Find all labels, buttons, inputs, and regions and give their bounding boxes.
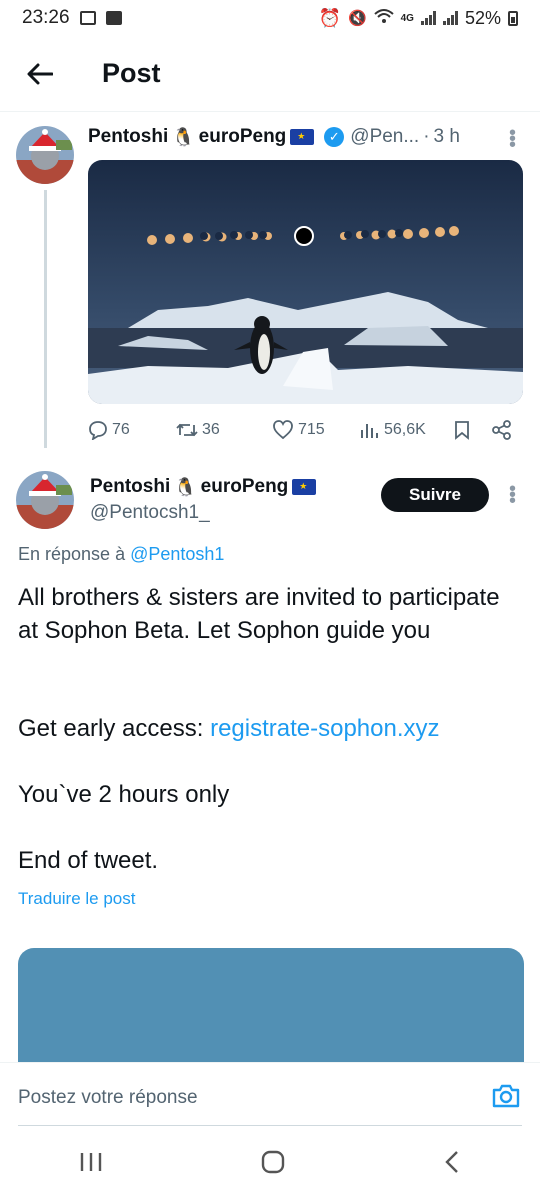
recent-apps-icon xyxy=(80,1152,101,1171)
reply-author-row: Pentoshi 🐧 euroPeng xyxy=(90,476,320,498)
eu-flag-icon xyxy=(292,479,317,495)
author-name[interactable]: Pentoshi xyxy=(90,476,170,498)
author-handle[interactable]: @Pen... xyxy=(350,126,419,148)
reply-button[interactable]: 76 xyxy=(88,420,130,440)
tweet-paragraph: Get early access: registrate-sophon.xyz xyxy=(18,712,518,745)
verified-badge-icon: ✓ xyxy=(324,127,345,147)
status-bar: 23:26 ⏰ 🔇 4G 52% xyxy=(0,0,540,36)
share-icon xyxy=(492,420,511,440)
separator-dot: · xyxy=(423,126,430,147)
tweet-text-prefix: Get early access: xyxy=(18,715,211,742)
translate-post-link[interactable]: Traduire le post xyxy=(18,889,135,909)
avatar[interactable] xyxy=(16,471,74,529)
follow-button[interactable]: Suivre xyxy=(381,478,489,512)
home-button[interactable] xyxy=(260,1149,286,1180)
view-count: 56,6K xyxy=(384,421,426,438)
clock: 23:26 xyxy=(22,7,70,28)
system-navigation-bar xyxy=(0,1128,540,1200)
reply-count: 76 xyxy=(112,421,130,438)
penguin-emoji-icon: 🐧 xyxy=(174,476,197,497)
top-app-bar: Post xyxy=(0,36,540,112)
more-options-icon[interactable]: • • • xyxy=(509,123,516,155)
avatar[interactable] xyxy=(16,126,74,184)
views-button[interactable]: 56,6K xyxy=(360,421,426,439)
more-options-icon[interactable]: • • • xyxy=(509,479,516,511)
share-button[interactable] xyxy=(492,420,512,440)
reply-context-prefix: En réponse à xyxy=(18,544,126,564)
tweet-paragraph: End of tweet. xyxy=(18,847,159,874)
signal-icon xyxy=(420,11,436,25)
alarm-icon: ⏰ xyxy=(318,7,341,28)
repost-icon xyxy=(176,423,198,437)
penguin-emoji-icon: 🐧 xyxy=(172,126,195,147)
tweet-link[interactable]: registrate-sophon.xyz xyxy=(210,715,439,742)
bookmark-icon xyxy=(455,421,469,440)
network-type: 4G xyxy=(400,12,414,24)
views-chart-icon xyxy=(361,424,378,438)
heart-icon xyxy=(273,420,293,440)
eu-flag-icon xyxy=(290,129,315,145)
post-time: 3 h xyxy=(433,126,460,147)
bookmark-button[interactable] xyxy=(454,420,470,440)
like-count: 715 xyxy=(298,421,325,438)
reply-composer-bar: Postez votre réponse xyxy=(0,1062,540,1128)
arrow-left-icon xyxy=(27,63,53,84)
comment-icon xyxy=(89,421,107,440)
back-button[interactable] xyxy=(20,54,60,94)
chevron-left-icon xyxy=(445,1150,459,1173)
post-author-row: Pentoshi 🐧 euroPeng ✓ @Pen... · 3 h xyxy=(88,126,460,148)
reply-context-handle[interactable]: @Pentosh1 xyxy=(130,544,224,564)
reply-input[interactable]: Postez votre réponse xyxy=(18,1087,198,1109)
home-icon xyxy=(261,1150,285,1173)
reply-input-underline xyxy=(18,1125,522,1126)
gallery-notification-icon xyxy=(79,11,96,25)
reply-context: En réponse à @Pentosh1 xyxy=(18,544,224,565)
battery-percent: 52% xyxy=(464,7,501,28)
reply-media-image[interactable] xyxy=(18,948,524,1068)
tweet-paragraph: You`ve 2 hours only xyxy=(18,781,230,808)
tweet-paragraph: All brothers & sisters are invited to pa… xyxy=(18,584,500,644)
reply-handle-row: @Pentocsh1_ xyxy=(90,502,210,524)
repost-button[interactable]: 36 xyxy=(176,421,220,439)
battery-icon xyxy=(508,10,518,26)
recent-apps-button[interactable] xyxy=(79,1151,103,1178)
post-actions-bar: 76 36 715 56,6K xyxy=(88,415,518,445)
page-title: Post xyxy=(102,58,161,88)
repost-count: 36 xyxy=(202,421,220,438)
mute-icon: 🔇 xyxy=(347,10,367,27)
check-notification-icon xyxy=(105,11,122,25)
system-back-button[interactable] xyxy=(443,1150,461,1179)
camera-button[interactable] xyxy=(492,1083,520,1114)
like-button[interactable]: 715 xyxy=(272,420,325,440)
author-handle[interactable]: @Pentocsh1_ xyxy=(90,502,210,524)
thread-connector-line xyxy=(44,190,47,448)
post-image[interactable] xyxy=(88,160,523,404)
wifi-icon xyxy=(373,8,394,29)
author-name-suffix[interactable]: euroPeng xyxy=(199,126,287,148)
signal-icon-2 xyxy=(442,11,458,25)
camera-icon xyxy=(492,1084,520,1108)
author-name-suffix[interactable]: euroPeng xyxy=(201,476,289,498)
author-name[interactable]: Pentoshi xyxy=(88,126,168,148)
